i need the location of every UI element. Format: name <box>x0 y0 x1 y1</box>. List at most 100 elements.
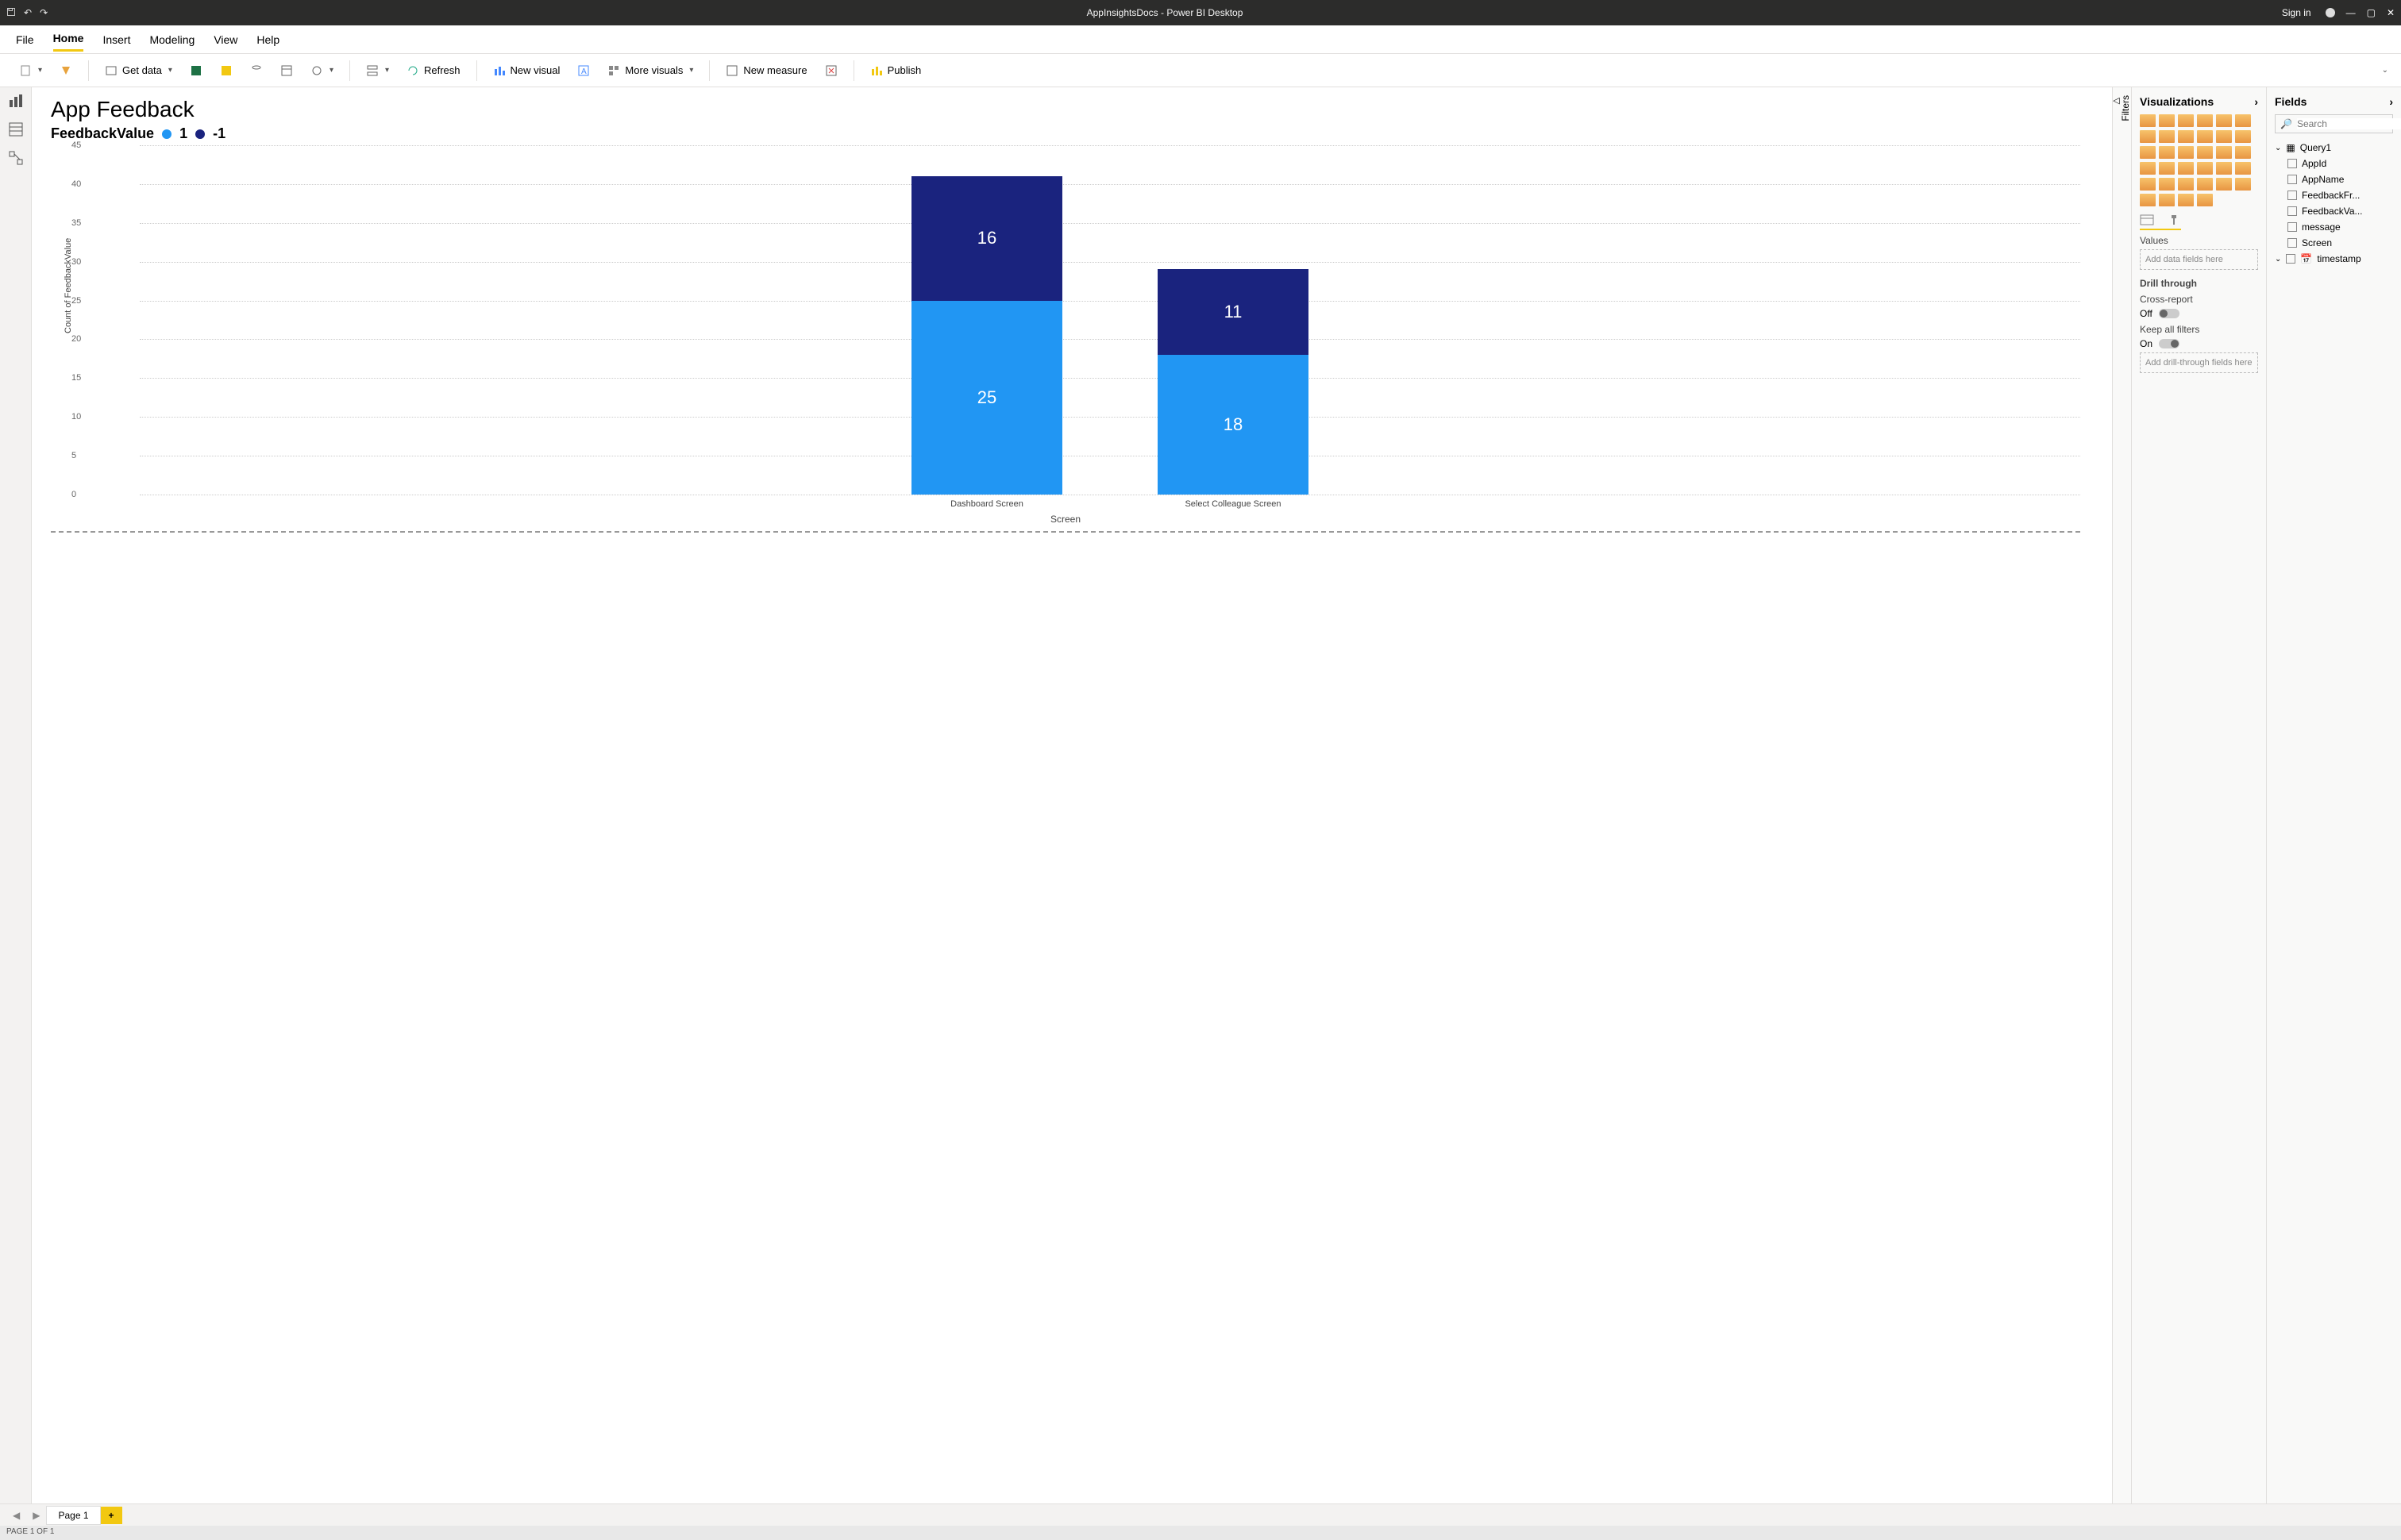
viz-type-tile[interactable] <box>2197 162 2213 175</box>
text-box-icon[interactable]: A <box>571 61 596 80</box>
search-input[interactable] <box>2297 118 2401 129</box>
more-visuals-button[interactable]: More visuals▾ <box>601 61 699 80</box>
model-view-icon[interactable] <box>9 151 23 165</box>
format-painter-icon[interactable] <box>53 61 79 80</box>
viz-type-tile[interactable] <box>2159 146 2175 159</box>
field-item[interactable]: message <box>2275 219 2393 235</box>
chevron-right-icon[interactable]: › <box>2254 95 2258 108</box>
viz-type-tile[interactable] <box>2159 130 2175 143</box>
data-view-icon[interactable] <box>9 122 23 137</box>
add-page-button[interactable]: + <box>101 1507 122 1524</box>
viz-type-tile[interactable] <box>2159 114 2175 127</box>
publish-button[interactable]: Publish <box>864 61 928 80</box>
refresh-button[interactable]: Refresh <box>400 61 467 80</box>
viz-type-tile[interactable] <box>2197 114 2213 127</box>
signin-link[interactable]: Sign in <box>2282 7 2311 18</box>
menu-insert[interactable]: Insert <box>102 29 130 51</box>
viz-type-tile[interactable] <box>2140 146 2156 159</box>
viz-type-tile[interactable] <box>2235 178 2251 191</box>
redo-icon[interactable]: ↷ <box>40 7 48 18</box>
viz-type-tile[interactable] <box>2197 194 2213 206</box>
page-tab[interactable]: Page 1 <box>46 1506 100 1525</box>
undo-icon[interactable]: ↶ <box>24 7 32 18</box>
menu-help[interactable]: Help <box>256 29 279 51</box>
field-item[interactable]: AppId <box>2275 156 2393 171</box>
viz-type-tile[interactable] <box>2140 162 2156 175</box>
viz-type-tile[interactable] <box>2235 130 2251 143</box>
viz-type-tile[interactable] <box>2216 162 2232 175</box>
drillthrough-field-well[interactable]: Add drill-through fields here <box>2140 352 2258 373</box>
field-timestamp[interactable]: ⌄📅timestamp <box>2275 251 2393 267</box>
menu-view[interactable]: View <box>214 29 237 51</box>
date-icon: 📅 <box>2300 253 2312 264</box>
get-data-button[interactable]: Get data▾ <box>98 61 179 80</box>
bar-segment[interactable]: 25 <box>911 301 1062 495</box>
viz-type-tile[interactable] <box>2216 130 2232 143</box>
close-icon[interactable]: ✕ <box>2387 7 2395 18</box>
new-measure-button[interactable]: New measure <box>719 61 813 80</box>
viz-type-tile[interactable] <box>2178 146 2194 159</box>
next-page-button[interactable]: ▶ <box>26 1510 46 1521</box>
paste-button[interactable]: ▾ <box>13 61 48 80</box>
excel-source-icon[interactable] <box>183 61 209 80</box>
bar-segment[interactable]: 16 <box>911 176 1062 300</box>
values-field-well[interactable]: Add data fields here <box>2140 249 2258 270</box>
fields-search[interactable]: 🔎 <box>2275 114 2393 133</box>
avatar-icon[interactable] <box>2326 8 2335 17</box>
stacked-bar-chart[interactable]: 0510152025303540451625Dashboard Screen11… <box>95 145 2080 510</box>
field-item[interactable]: Screen <box>2275 235 2393 251</box>
viz-type-tile[interactable] <box>2178 114 2194 127</box>
prev-page-button[interactable]: ◀ <box>6 1510 26 1521</box>
viz-type-tile[interactable] <box>2235 146 2251 159</box>
viz-type-tile[interactable] <box>2178 194 2194 206</box>
visualization-gallery[interactable] <box>2140 114 2258 206</box>
viz-type-tile[interactable] <box>2197 178 2213 191</box>
viz-type-tile[interactable] <box>2178 130 2194 143</box>
new-visual-button[interactable]: New visual <box>487 61 567 80</box>
viz-type-tile[interactable] <box>2216 178 2232 191</box>
viz-type-tile[interactable] <box>2216 146 2232 159</box>
viz-type-tile[interactable] <box>2140 130 2156 143</box>
viz-type-tile[interactable] <box>2159 178 2175 191</box>
save-icon[interactable] <box>6 7 16 19</box>
viz-type-tile[interactable] <box>2178 162 2194 175</box>
fields-tab-icon[interactable] <box>2140 214 2154 225</box>
viz-type-tile[interactable] <box>2197 146 2213 159</box>
report-view-icon[interactable] <box>9 94 23 108</box>
viz-type-tile[interactable] <box>2140 194 2156 206</box>
chevron-right-icon[interactable]: › <box>2389 95 2393 108</box>
enter-data-icon[interactable] <box>274 61 299 80</box>
keep-filters-toggle[interactable] <box>2159 339 2179 348</box>
viz-type-tile[interactable] <box>2235 162 2251 175</box>
menu-file[interactable]: File <box>16 29 34 51</box>
viz-type-tile[interactable] <box>2216 114 2232 127</box>
bar-segment[interactable]: 11 <box>1158 269 1308 355</box>
cross-report-toggle[interactable] <box>2159 309 2179 318</box>
viz-type-tile[interactable] <box>2140 178 2156 191</box>
transform-data-icon[interactable]: ▾ <box>360 61 395 80</box>
menu-home[interactable]: Home <box>53 27 84 52</box>
viz-type-tile[interactable] <box>2235 114 2251 127</box>
sql-source-icon[interactable] <box>244 61 269 80</box>
field-item[interactable]: AppName <box>2275 171 2393 187</box>
minimize-icon[interactable]: — <box>2346 7 2356 18</box>
bar-segment[interactable]: 18 <box>1158 355 1308 495</box>
viz-type-tile[interactable] <box>2159 194 2175 206</box>
viz-type-tile[interactable] <box>2140 114 2156 127</box>
report-canvas[interactable]: App Feedback FeedbackValue 1 -1 Count of… <box>32 87 2112 1503</box>
maximize-icon[interactable]: ▢ <box>2367 7 2376 18</box>
field-item[interactable]: FeedbackFr... <box>2275 187 2393 203</box>
viz-type-tile[interactable] <box>2159 162 2175 175</box>
recent-sources-icon[interactable]: ▾ <box>304 61 340 80</box>
format-tab-icon[interactable] <box>2167 214 2181 225</box>
pbi-source-icon[interactable] <box>214 61 239 80</box>
menubar: File Home Insert Modeling View Help <box>0 25 2401 54</box>
menu-modeling[interactable]: Modeling <box>149 29 195 51</box>
viz-type-tile[interactable] <box>2178 178 2194 191</box>
table-node[interactable]: ⌄▦Query1 <box>2275 140 2393 156</box>
field-item[interactable]: FeedbackVa... <box>2275 203 2393 219</box>
quick-measure-icon[interactable] <box>819 61 844 80</box>
filters-pane-collapsed[interactable]: ◁ Filters <box>2112 87 2131 1503</box>
ribbon-collapse-icon[interactable]: ⌄ <box>2382 66 2388 75</box>
viz-type-tile[interactable] <box>2197 130 2213 143</box>
